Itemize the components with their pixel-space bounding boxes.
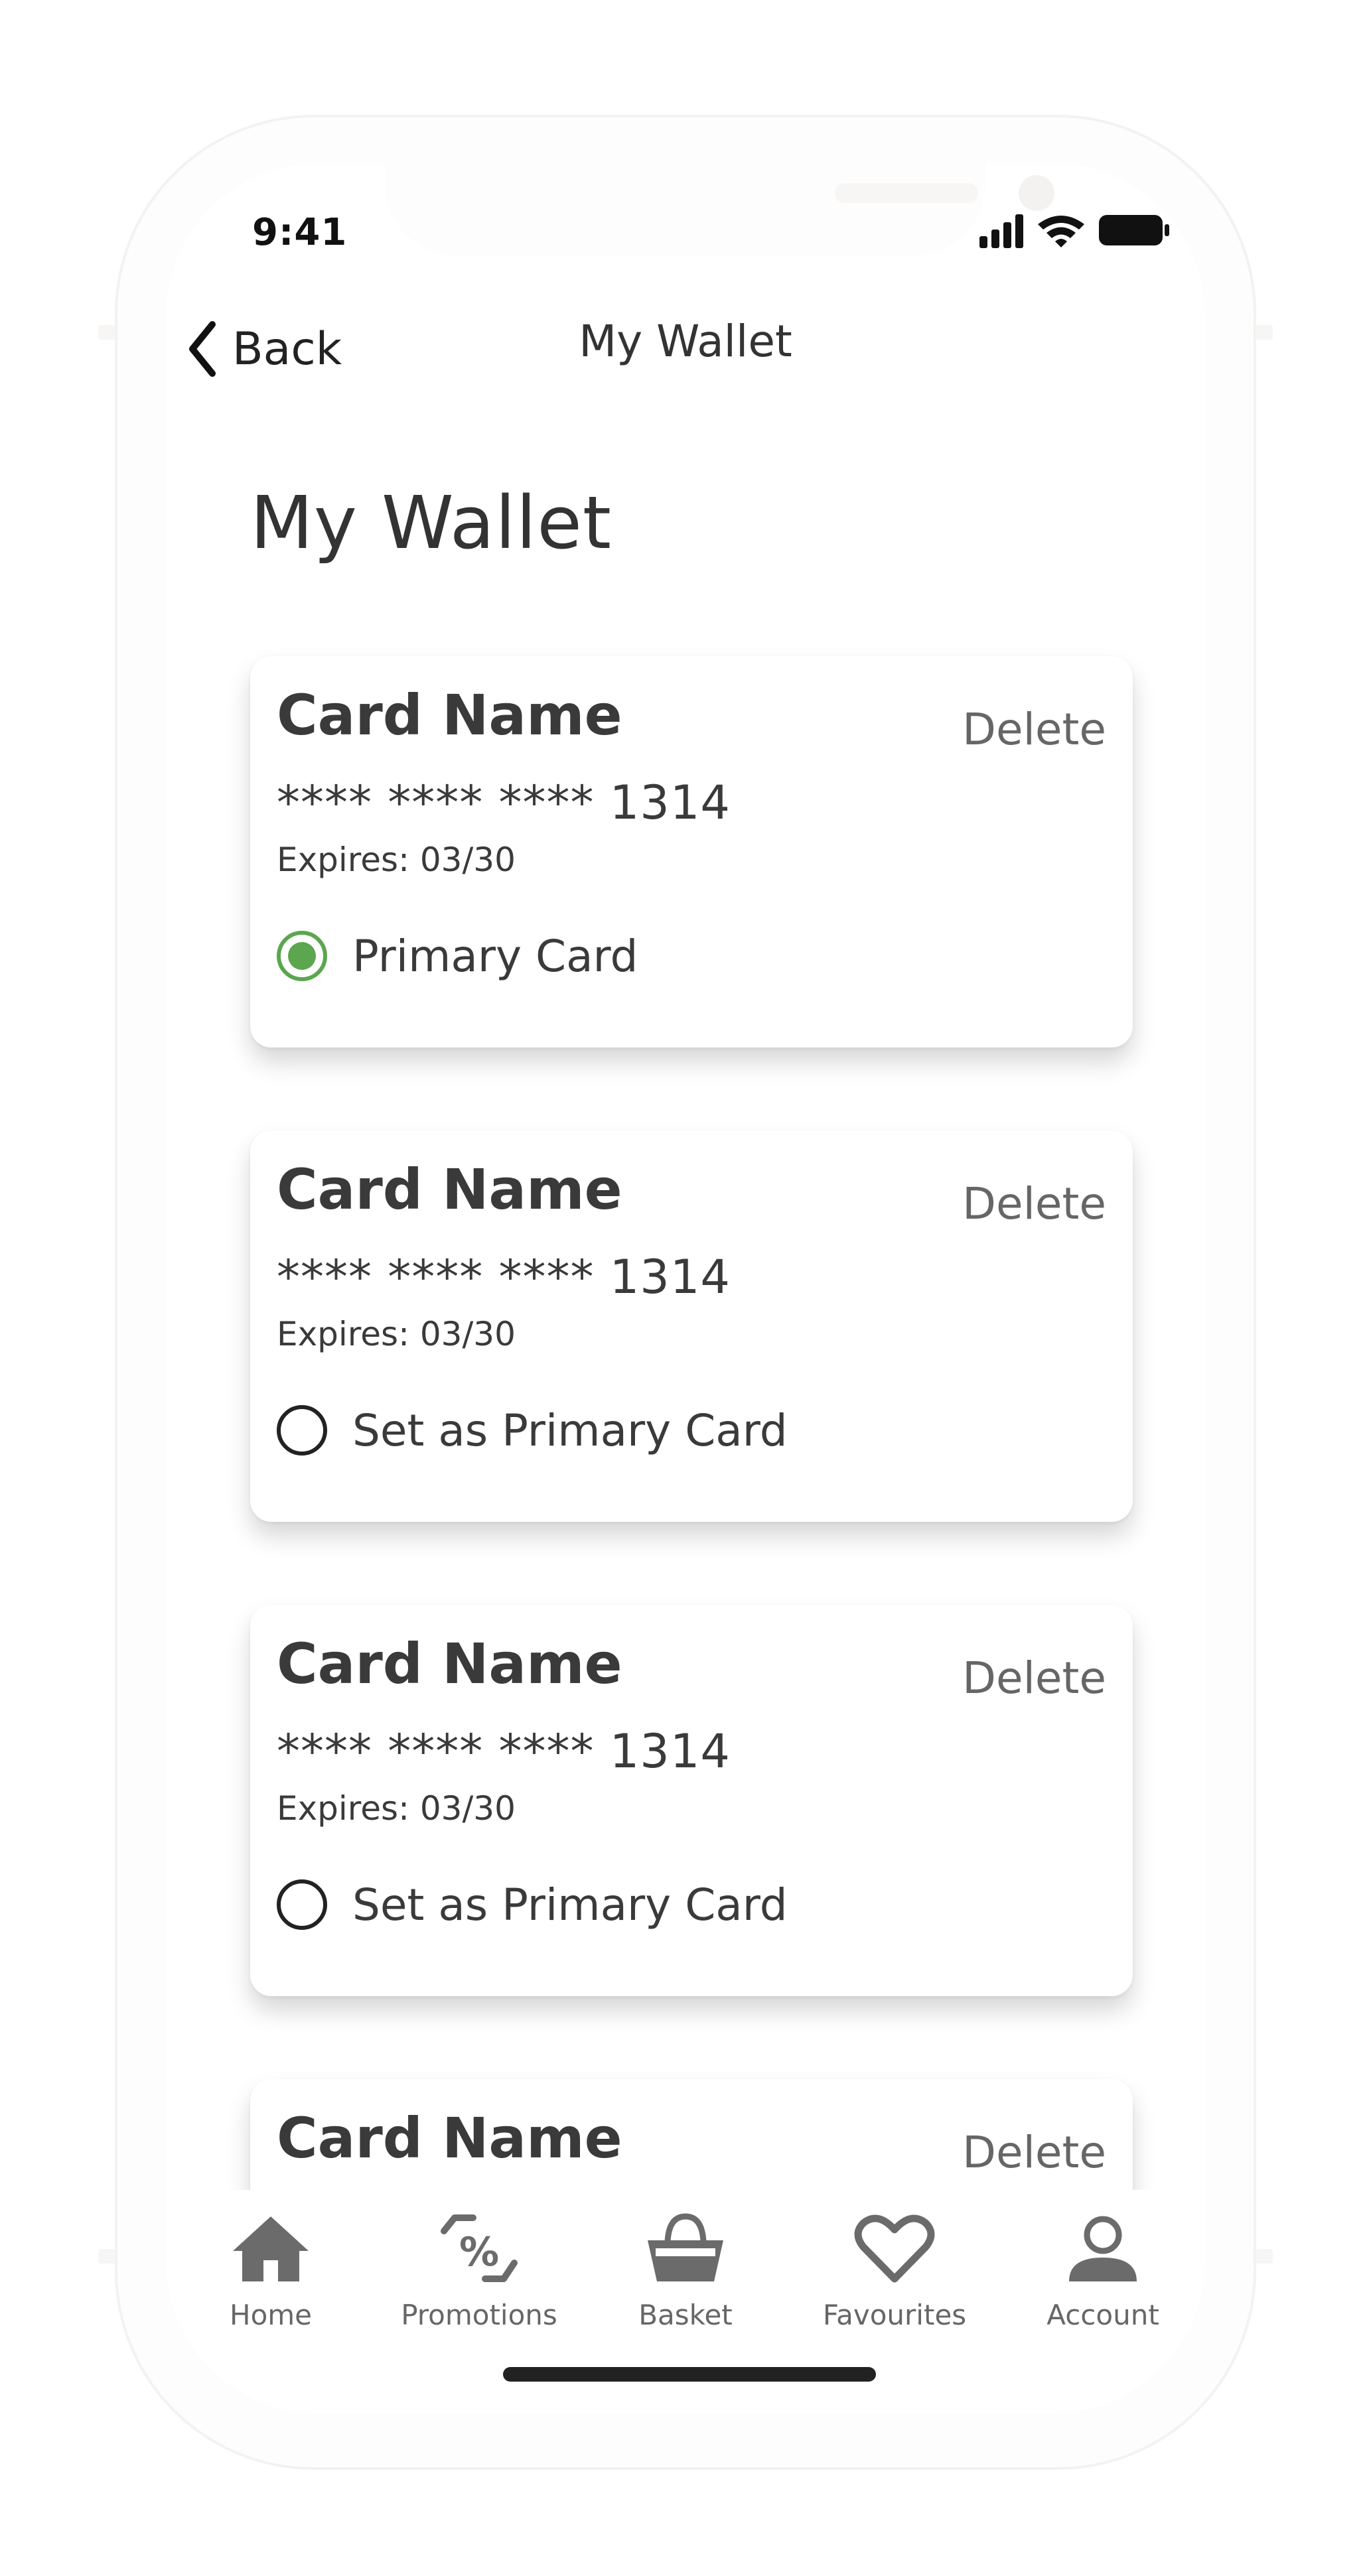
- speaker-grille: [835, 183, 978, 203]
- phone-side-button: [1256, 325, 1273, 340]
- status-icons: [979, 214, 1169, 248]
- wifi-icon: [1038, 216, 1084, 247]
- set-primary-radio[interactable]: Set as Primary Card: [277, 1404, 788, 1457]
- radio-label: Set as Primary Card: [352, 1879, 788, 1931]
- payment-card: Card Name Delete **** **** **** 1314 Exp…: [250, 1605, 1133, 1996]
- status-time: 9:41: [252, 211, 348, 254]
- phone-side-button: [1256, 2249, 1273, 2264]
- card-name: Card Name: [277, 1631, 622, 1696]
- delete-button[interactable]: Delete: [962, 704, 1106, 755]
- radio-label: Primary Card: [352, 930, 638, 982]
- card-number: **** **** **** 1314: [277, 1724, 731, 1779]
- account-icon: [1069, 2216, 1137, 2281]
- front-camera: [1019, 175, 1054, 211]
- card-name: Card Name: [277, 2106, 622, 2171]
- radio-unselected-icon: [277, 1879, 327, 1930]
- home-icon: [233, 2216, 309, 2281]
- basket-icon: [648, 2213, 723, 2281]
- tab-favourites[interactable]: Favourites: [795, 2190, 994, 2342]
- svg-text:%: %: [459, 2229, 499, 2275]
- payment-card: Card Name Delete **** **** **** 1314 Exp…: [250, 1130, 1133, 1522]
- notch: [385, 163, 1054, 256]
- radio-selected-icon: [277, 931, 327, 981]
- tab-promotions[interactable]: % Promotions: [380, 2190, 579, 2342]
- card-name: Card Name: [277, 1157, 622, 1222]
- radio-unselected-icon: [277, 1405, 327, 1456]
- phone-side-button: [98, 2249, 115, 2264]
- primary-card-radio[interactable]: Primary Card: [277, 929, 638, 983]
- tab-label: Home: [229, 2299, 313, 2331]
- delete-button[interactable]: Delete: [962, 1178, 1106, 1229]
- page-title: My Wallet: [250, 480, 612, 565]
- home-indicator: [503, 2367, 876, 2382]
- tab-label: Basket: [638, 2299, 733, 2331]
- tab-label: Favourites: [822, 2299, 967, 2331]
- tab-label: Promotions: [401, 2299, 557, 2331]
- tab-label: Account: [1046, 2299, 1159, 2331]
- signal-icon: [979, 214, 1023, 248]
- tab-home[interactable]: Home: [171, 2190, 370, 2342]
- battery-icon: [1099, 215, 1169, 245]
- heart-icon: [854, 2214, 935, 2283]
- tab-account[interactable]: Account: [1003, 2190, 1202, 2342]
- card-expiry: Expires: 03/30: [277, 1315, 516, 1353]
- tab-basket[interactable]: Basket: [586, 2190, 785, 2342]
- card-number: **** **** **** 1314: [277, 1250, 731, 1304]
- payment-card: Card Name Delete **** **** **** 1314 Exp…: [250, 656, 1133, 1048]
- radio-label: Set as Primary Card: [352, 1404, 788, 1456]
- card-number: **** **** **** 1314: [277, 776, 731, 830]
- card-name: Card Name: [277, 683, 622, 748]
- set-primary-radio[interactable]: Set as Primary Card: [277, 1878, 788, 1931]
- promotions-icon: %: [441, 2214, 518, 2282]
- card-expiry: Expires: 03/30: [277, 841, 516, 879]
- delete-button[interactable]: Delete: [962, 1653, 1106, 1704]
- delete-button[interactable]: Delete: [962, 2127, 1106, 2178]
- card-expiry: Expires: 03/30: [277, 1789, 516, 1828]
- phone-screen: 9:41 Back My Wallet My Wallet Card Name …: [166, 163, 1205, 2413]
- phone-side-button: [98, 325, 115, 340]
- nav-title: My Wallet: [579, 316, 792, 367]
